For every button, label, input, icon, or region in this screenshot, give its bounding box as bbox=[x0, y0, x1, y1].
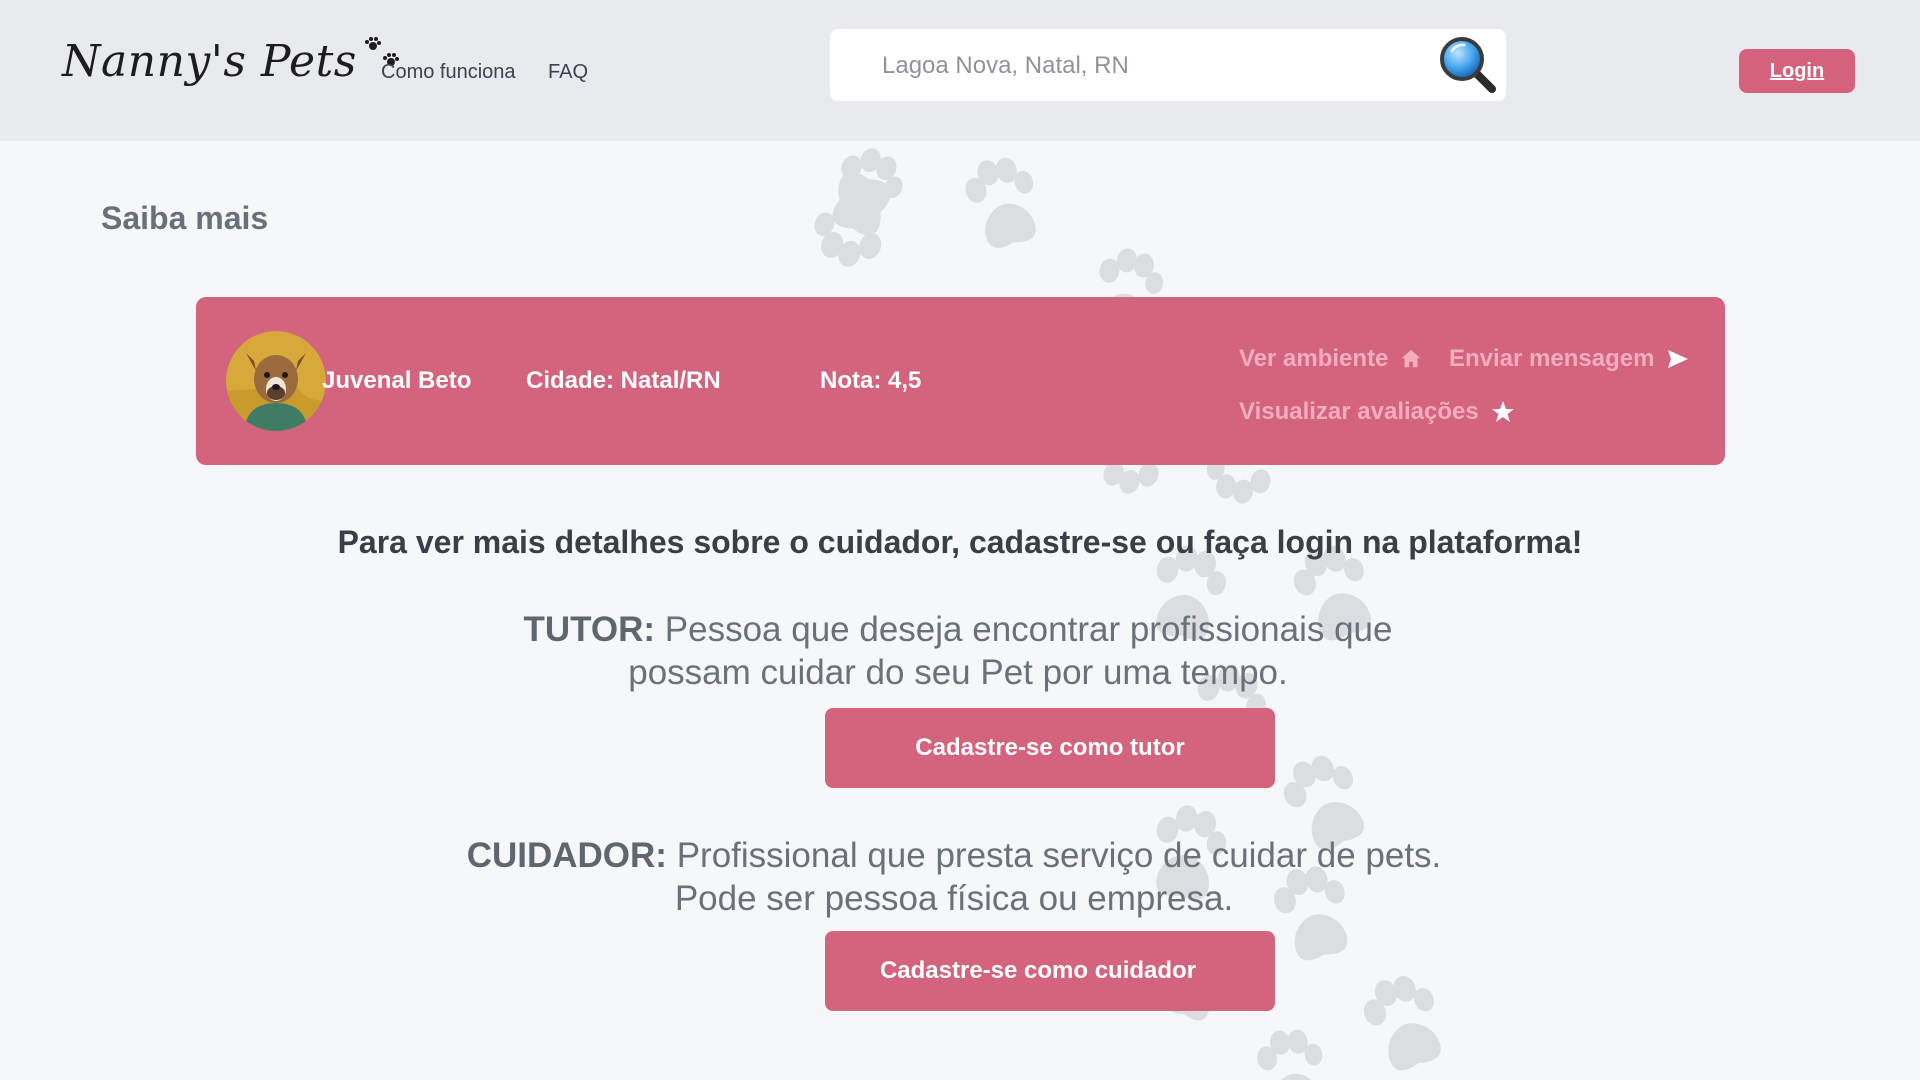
view-environment-link[interactable]: Ver ambiente bbox=[1239, 345, 1422, 373]
home-icon bbox=[1402, 349, 1421, 368]
nav-como-funciona[interactable]: Como funciona bbox=[381, 61, 516, 84]
tutor-description: TUTOR: Pessoa que deseja encontrar profi… bbox=[0, 608, 1918, 694]
caregiver-name: Juvenal Beto bbox=[322, 367, 472, 394]
tutor-line1: Pessoa que deseja encontrar profissionai… bbox=[655, 610, 1393, 649]
view-reviews-link[interactable]: Visualizar avaliações bbox=[1239, 398, 1515, 426]
login-prompt-text: Para ver mais detalhes sobre o cuidador,… bbox=[337, 524, 1583, 560]
logo[interactable]: Nanny's Pets bbox=[62, 36, 401, 87]
send-message-link[interactable]: Enviar mensagem bbox=[1449, 345, 1690, 373]
caregiver-card: Juvenal Beto Cidade: Natal/RN Nota: 4,5 … bbox=[196, 297, 1725, 465]
section-title: Saiba mais bbox=[101, 200, 269, 236]
tutor-title: TUTOR: bbox=[523, 610, 656, 649]
search-bar bbox=[830, 29, 1506, 101]
star-icon bbox=[1491, 401, 1514, 422]
search-icon[interactable] bbox=[1436, 33, 1500, 97]
cuidador-title: CUIDADOR: bbox=[466, 836, 667, 875]
register-cuidador-button[interactable]: Cadastre-se como cuidador bbox=[825, 931, 1275, 1011]
cuidador-line1: Profissional que presta serviço de cuida… bbox=[666, 836, 1442, 875]
nav-faq[interactable]: FAQ bbox=[548, 61, 588, 84]
top-header: Nanny's Pets Como funciona FAQ Lagoa Nov… bbox=[0, 0, 1920, 141]
search-input[interactable] bbox=[882, 49, 1402, 83]
cuidador-description: CUIDADOR: Profissional que presta serviç… bbox=[0, 834, 1914, 920]
logo-text: Nanny's Pets bbox=[62, 36, 357, 87]
cuidador-line2: Pode ser pessoa física ou empresa. bbox=[674, 879, 1234, 918]
login-button[interactable]: Login bbox=[1739, 49, 1855, 93]
send-icon bbox=[1668, 350, 1689, 368]
avatar bbox=[226, 331, 326, 431]
view-reviews-label: Visualizar avaliações bbox=[1239, 398, 1479, 425]
register-tutor-button[interactable]: Cadastre-se como tutor bbox=[825, 708, 1275, 788]
view-environment-label: Ver ambiente bbox=[1239, 345, 1389, 372]
caregiver-rating: Nota: 4,5 bbox=[820, 367, 922, 394]
tutor-line2: possam cuidar do seu Pet por uma tempo. bbox=[628, 653, 1288, 692]
caregiver-city: Cidade: Natal/RN bbox=[526, 367, 721, 394]
send-message-label: Enviar mensagem bbox=[1449, 345, 1655, 372]
